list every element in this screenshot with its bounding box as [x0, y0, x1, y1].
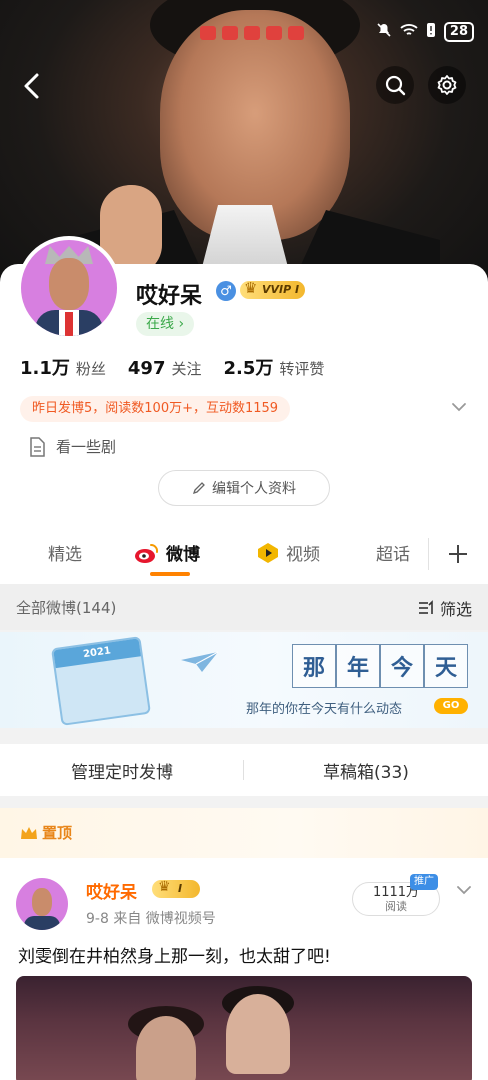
avatar-face	[49, 258, 89, 310]
feed-header: 全部微博(144) 筛选	[0, 584, 488, 630]
tab-weibo[interactable]: 微博	[134, 540, 200, 565]
stat-label: 转评赞	[279, 360, 325, 378]
bio-row[interactable]: 看一些剧	[28, 436, 116, 457]
filter-button[interactable]: 筛选	[418, 596, 472, 620]
status-right: 28	[376, 22, 474, 42]
active-tab-indicator	[150, 572, 190, 576]
avatar-image	[21, 240, 117, 336]
title-char: 那	[292, 644, 336, 688]
stat-label: 粉丝	[75, 360, 106, 378]
document-icon	[30, 436, 45, 457]
back-arrow-icon	[24, 73, 39, 99]
edit-profile-label: 编辑个人资料	[212, 481, 296, 497]
bio-text: 看一些剧	[56, 438, 117, 456]
notification-icons	[200, 26, 304, 40]
profile-name: 哎好呆	[136, 284, 203, 309]
tab-supertopic[interactable]: 超话	[376, 540, 410, 565]
plus-icon	[449, 545, 467, 563]
calendar-year: 2021	[53, 638, 141, 669]
battery-icon: 28	[443, 22, 474, 42]
avatar-body	[24, 916, 60, 930]
tab-label: 超话	[376, 545, 410, 565]
pin-label: 置顶	[20, 822, 72, 843]
online-status-button[interactable]: 在线 ›	[136, 312, 195, 336]
tab-label: 微博	[166, 545, 200, 565]
search-icon	[385, 75, 406, 96]
notification-icon	[222, 26, 238, 40]
gear-icon	[437, 75, 457, 95]
weibo-logo-icon	[135, 543, 159, 563]
paper-plane-icon	[181, 651, 219, 672]
promote-badge[interactable]: 推广	[410, 874, 438, 890]
notification-icon	[244, 26, 260, 40]
stat-value: 1.1万	[20, 358, 70, 379]
filter-label: 筛选	[439, 600, 472, 619]
stat-value: 497	[127, 358, 166, 379]
title-char: 天	[424, 644, 468, 688]
stat-value: 2.5万	[223, 358, 274, 379]
on-this-day-title: 那 年 今 天	[292, 644, 468, 688]
go-button[interactable]: GO	[434, 698, 468, 714]
member-badge[interactable]: I	[152, 878, 200, 898]
edit-profile-button[interactable]: 编辑个人资料	[158, 470, 330, 506]
pencil-icon	[192, 482, 205, 495]
video-figure	[136, 1016, 196, 1080]
avatar-face	[32, 888, 52, 916]
tab-featured[interactable]: 精选	[48, 540, 82, 565]
manage-bar: 管理定时发博 草稿箱(33)	[0, 744, 488, 796]
post-text: 刘雯倒在井柏然身上那一刻，也太甜了吧!	[18, 947, 331, 967]
notification-icon	[200, 26, 216, 40]
add-tab-button[interactable]	[440, 536, 476, 572]
avatar[interactable]	[17, 236, 121, 340]
post-author-name[interactable]: 哎好呆	[86, 878, 137, 903]
stat-interactions[interactable]: 2.5万 转评赞	[224, 354, 325, 380]
drafts-button[interactable]: 草稿箱(33)	[244, 758, 488, 783]
status-bar: 28	[0, 0, 488, 62]
scheduled-posts-button[interactable]: 管理定时发博	[0, 758, 244, 783]
pinned-post[interactable]: 置顶 哎好呆 I 9-8 来自 微博视频号 1111万 阅读 推广 刘雯倒在井柏…	[0, 808, 488, 1080]
pin-text: 置顶	[42, 824, 73, 842]
expand-chevron-icon[interactable]	[450, 398, 468, 416]
video-figure	[226, 994, 290, 1074]
avatar-tie	[65, 312, 73, 336]
notification-icon	[288, 26, 304, 40]
stat-followers[interactable]: 1.1万 粉丝	[20, 354, 106, 380]
video-play-icon	[258, 542, 278, 563]
profile-stats: 1.1万 粉丝 497 关注 2.5万 转评赞	[20, 354, 324, 380]
title-char: 今	[380, 644, 424, 688]
crown-icon	[21, 826, 37, 839]
mute-icon	[376, 22, 392, 42]
notification-icon	[266, 26, 282, 40]
stat-following[interactable]: 497 关注	[128, 358, 202, 379]
gender-male-icon: ♂	[216, 281, 236, 301]
tab-divider	[428, 538, 429, 570]
title-char: 年	[336, 644, 380, 688]
post-author-avatar[interactable]	[16, 878, 68, 930]
views-label: 阅读	[385, 900, 407, 913]
pin-bar: 置顶	[0, 808, 488, 858]
alert-icon	[426, 22, 436, 42]
filter-icon	[418, 600, 433, 614]
vip-badge[interactable]: VVIP I	[240, 279, 306, 299]
banner-subtitle: 那年的你在今天有什么动态	[246, 702, 403, 717]
profile-tabs: 精选 微博 视频 超话	[0, 528, 488, 580]
back-button[interactable]	[12, 66, 52, 106]
post-meta: 9-8 来自 微博视频号	[86, 911, 216, 927]
stat-label: 关注	[171, 360, 202, 378]
activity-summary[interactable]: 昨日发博5，阅读数100万+，互动数1159	[20, 396, 291, 422]
post-count: 全部微博(144)	[16, 599, 117, 617]
tab-label: 精选	[48, 545, 82, 565]
wifi-icon	[400, 23, 418, 41]
tab-video[interactable]: 视频	[256, 540, 320, 565]
search-button[interactable]	[376, 66, 414, 104]
settings-button[interactable]	[428, 66, 466, 104]
post-options-chevron-icon[interactable]	[454, 880, 474, 900]
tab-label: 视频	[286, 545, 320, 565]
post-video-thumbnail[interactable]	[16, 976, 472, 1080]
calendar-illustration: 2021	[51, 636, 151, 726]
